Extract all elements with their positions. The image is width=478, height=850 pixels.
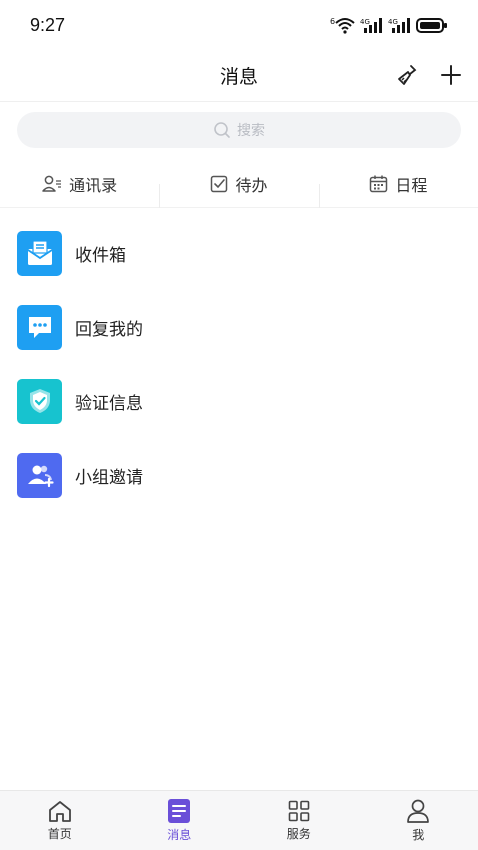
- svg-text:4G: 4G: [388, 18, 398, 26]
- svg-text:6: 6: [330, 17, 335, 26]
- contacts-icon: [42, 175, 62, 192]
- status-icons: 6 4G 4G: [330, 16, 448, 34]
- inbox-label: 收件箱: [75, 245, 126, 266]
- calendar-icon: [370, 175, 388, 192]
- home-icon: [48, 801, 71, 822]
- status-bar: 9:27 6 4G 4G: [0, 0, 478, 50]
- tabbar-home[interactable]: 首页: [0, 791, 120, 850]
- tabbar-messages[interactable]: 消息: [120, 791, 240, 850]
- signal-icon-1: 4G: [360, 18, 382, 33]
- tab-todo-label: 待办: [235, 175, 268, 195]
- message-list: 收件箱 回复我的 验证信息 小组邀请: [0, 216, 478, 512]
- list-item-inbox[interactable]: 收件箱: [0, 216, 478, 290]
- grid-apps-icon: [288, 800, 310, 822]
- group-invite-label: 小组邀请: [75, 467, 143, 488]
- tabbar-messages-label: 消息: [167, 828, 192, 842]
- tabbar-me-label: 我: [412, 828, 425, 842]
- tabbar-services-label: 服务: [286, 827, 311, 841]
- signal-icon-2: 4G: [388, 18, 410, 33]
- replies-label: 回复我的: [75, 319, 143, 340]
- tabbar-home-label: 首页: [47, 827, 72, 841]
- verification-label: 验证信息: [75, 393, 143, 414]
- broom-icon: [398, 65, 417, 85]
- tabbar-me[interactable]: 我: [359, 791, 478, 850]
- group-invite-icon: [17, 452, 62, 498]
- message-doc-icon: [168, 799, 191, 823]
- tab-contacts-label: 通讯录: [69, 175, 118, 195]
- shield-check-icon: [17, 378, 62, 424]
- search-icon: [214, 122, 230, 138]
- add-button[interactable]: [438, 62, 464, 88]
- plus-icon: [441, 65, 461, 85]
- tab-schedule-label: 日程: [395, 175, 428, 195]
- clear-button[interactable]: [394, 62, 420, 88]
- tab-schedule[interactable]: 日程: [318, 172, 478, 208]
- svg-text:4G: 4G: [360, 18, 370, 26]
- wifi-icon: 6: [330, 17, 355, 34]
- inbox-icon: [17, 230, 62, 276]
- reply-chat-icon: [17, 304, 62, 350]
- list-item-group-invite[interactable]: 小组邀请: [0, 438, 478, 512]
- search-placeholder: 搜索: [237, 123, 265, 139]
- status-time: 9:27: [30, 14, 66, 35]
- person-icon: [407, 799, 430, 823]
- header: 消息: [0, 50, 478, 102]
- quick-tabs: 通讯录 待办 日程: [0, 160, 478, 208]
- tabbar-services[interactable]: 服务: [239, 791, 359, 850]
- search-bar[interactable]: 搜索: [17, 112, 461, 148]
- tab-todo[interactable]: 待办: [159, 172, 318, 208]
- tab-contacts[interactable]: 通讯录: [0, 172, 159, 196]
- bottom-tabbar: 首页 消息 服务 我: [0, 790, 478, 850]
- battery-icon: [416, 18, 447, 33]
- list-item-verification[interactable]: 验证信息: [0, 364, 478, 438]
- list-item-replies[interactable]: 回复我的: [0, 290, 478, 364]
- todo-check-icon: [211, 175, 228, 192]
